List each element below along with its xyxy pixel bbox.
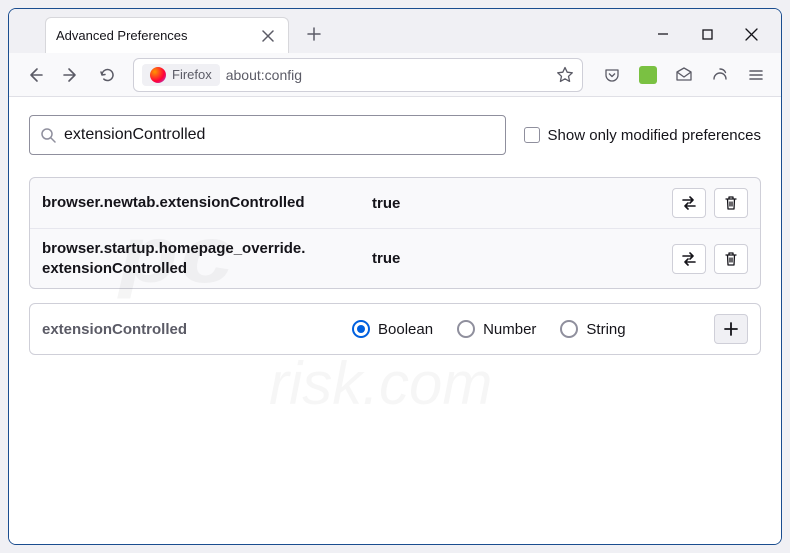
window-controls bbox=[655, 26, 759, 42]
bookmark-button[interactable] bbox=[556, 66, 574, 84]
checkbox-icon bbox=[524, 127, 540, 143]
pref-name: browser.newtab.extensionControlled bbox=[42, 193, 372, 213]
show-modified-checkbox[interactable]: Show only modified preferences bbox=[524, 127, 761, 144]
add-pref-button[interactable] bbox=[714, 314, 748, 344]
minimize-icon bbox=[657, 28, 669, 40]
trash-icon bbox=[724, 251, 738, 267]
close-icon bbox=[262, 30, 274, 42]
about-config-content: Show only modified preferences browser.n… bbox=[9, 97, 781, 544]
radio-icon bbox=[560, 320, 578, 338]
pocket-button[interactable] bbox=[597, 60, 627, 90]
hamburger-icon bbox=[748, 67, 764, 83]
add-pref-name: extensionControlled bbox=[42, 321, 352, 338]
type-string-label: String bbox=[586, 321, 625, 338]
forward-button[interactable] bbox=[55, 59, 87, 91]
inbox-icon bbox=[675, 66, 693, 84]
firefox-logo-icon bbox=[150, 67, 166, 83]
toolbar: Firefox about:config bbox=[9, 53, 781, 97]
plus-icon bbox=[724, 322, 738, 336]
account-icon bbox=[711, 66, 729, 84]
pref-actions bbox=[672, 244, 748, 274]
close-tab-button[interactable] bbox=[258, 26, 278, 46]
pref-row[interactable]: browser.newtab.extensionControlled true bbox=[30, 178, 760, 229]
search-icon bbox=[40, 127, 56, 143]
radio-icon bbox=[457, 320, 475, 338]
tab-title: Advanced Preferences bbox=[56, 28, 188, 43]
minimize-button[interactable] bbox=[655, 26, 671, 42]
trash-icon bbox=[724, 195, 738, 211]
pocket-icon bbox=[604, 67, 620, 83]
toggle-button[interactable] bbox=[672, 188, 706, 218]
type-number-option[interactable]: Number bbox=[457, 320, 536, 338]
delete-button[interactable] bbox=[714, 188, 748, 218]
type-boolean-label: Boolean bbox=[378, 321, 433, 338]
account-button[interactable] bbox=[705, 60, 735, 90]
pref-value: true bbox=[372, 250, 672, 267]
search-row: Show only modified preferences bbox=[29, 115, 761, 155]
url-bar[interactable]: Firefox about:config bbox=[133, 58, 583, 92]
toolbar-extensions bbox=[597, 60, 771, 90]
radio-checked-icon bbox=[352, 320, 370, 338]
type-boolean-option[interactable]: Boolean bbox=[352, 320, 433, 338]
tab-advanced-preferences[interactable]: Advanced Preferences bbox=[45, 17, 289, 53]
extension-button[interactable] bbox=[633, 60, 663, 90]
arrow-left-icon bbox=[26, 66, 44, 84]
type-string-option[interactable]: String bbox=[560, 320, 625, 338]
star-icon bbox=[556, 66, 574, 84]
pref-search-input[interactable] bbox=[64, 126, 495, 144]
new-tab-button[interactable] bbox=[299, 19, 329, 49]
toggle-icon bbox=[680, 252, 698, 266]
pref-results: browser.newtab.extensionControlled true … bbox=[29, 177, 761, 289]
maximize-icon bbox=[702, 29, 713, 40]
back-button[interactable] bbox=[19, 59, 51, 91]
plus-icon bbox=[307, 27, 321, 41]
pref-value: true bbox=[372, 195, 672, 212]
maximize-button[interactable] bbox=[699, 26, 715, 42]
identity-box[interactable]: Firefox bbox=[142, 64, 220, 86]
pref-name: browser.startup.homepage_override.extens… bbox=[42, 239, 372, 278]
pref-actions bbox=[672, 188, 748, 218]
show-modified-label: Show only modified preferences bbox=[548, 127, 761, 144]
reload-icon bbox=[99, 66, 116, 83]
pref-row[interactable]: browser.startup.homepage_override.extens… bbox=[30, 229, 760, 288]
extension-green-icon bbox=[639, 66, 657, 84]
close-icon bbox=[745, 28, 758, 41]
inbox-button[interactable] bbox=[669, 60, 699, 90]
url-text: about:config bbox=[226, 67, 302, 83]
type-radio-group: Boolean Number String bbox=[352, 320, 714, 338]
close-window-button[interactable] bbox=[743, 26, 759, 42]
arrow-right-icon bbox=[62, 66, 80, 84]
toggle-icon bbox=[680, 196, 698, 210]
reload-button[interactable] bbox=[91, 59, 123, 91]
pref-search-box[interactable] bbox=[29, 115, 506, 155]
identity-label: Firefox bbox=[172, 67, 212, 82]
browser-window: Advanced Preferences bbox=[8, 8, 782, 545]
app-menu-button[interactable] bbox=[741, 60, 771, 90]
delete-button[interactable] bbox=[714, 244, 748, 274]
toggle-button[interactable] bbox=[672, 244, 706, 274]
titlebar: Advanced Preferences bbox=[9, 9, 781, 53]
add-pref-row: extensionControlled Boolean Number Strin… bbox=[29, 303, 761, 355]
type-number-label: Number bbox=[483, 321, 536, 338]
